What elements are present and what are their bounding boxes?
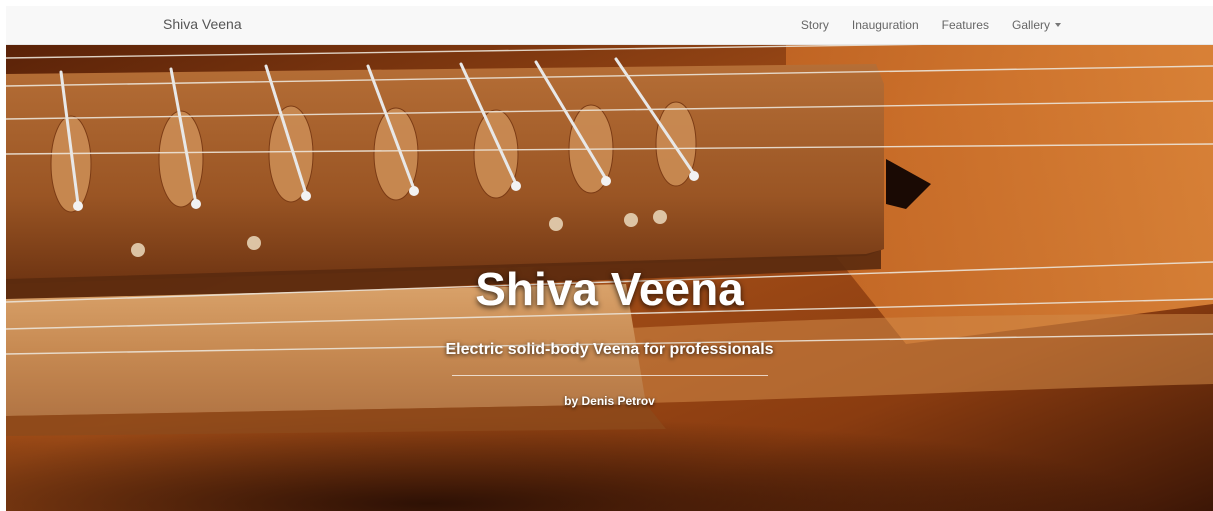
nav-item-gallery-label: Gallery (1011, 18, 1050, 32)
nav-item-gallery[interactable]: Gallery (1012, 18, 1061, 32)
nav-item-story[interactable]: Story (801, 18, 829, 32)
hero-title: Shiva Veena (475, 263, 744, 315)
brand-link[interactable]: Shiva Veena (163, 16, 242, 32)
nav-item-features[interactable]: Features (942, 18, 989, 32)
hero-section: Shiva Veena Electric solid-body Veena fo… (6, 44, 1213, 511)
navbar: Shiva Veena Story Inauguration Features … (6, 6, 1213, 45)
hero-divider (452, 375, 768, 376)
nav-item-inauguration[interactable]: Inauguration (852, 18, 919, 32)
caret-down-icon (1055, 23, 1061, 27)
hero-byline: by Denis Petrov (564, 394, 655, 408)
hero-text: Shiva Veena Electric solid-body Veena fo… (6, 44, 1213, 511)
nav-menu: Story Inauguration Features Gallery (801, 6, 1061, 44)
page-frame: Shiva Veena Story Inauguration Features … (6, 6, 1213, 511)
hero-subtitle: Electric solid-body Veena for profession… (445, 341, 774, 358)
